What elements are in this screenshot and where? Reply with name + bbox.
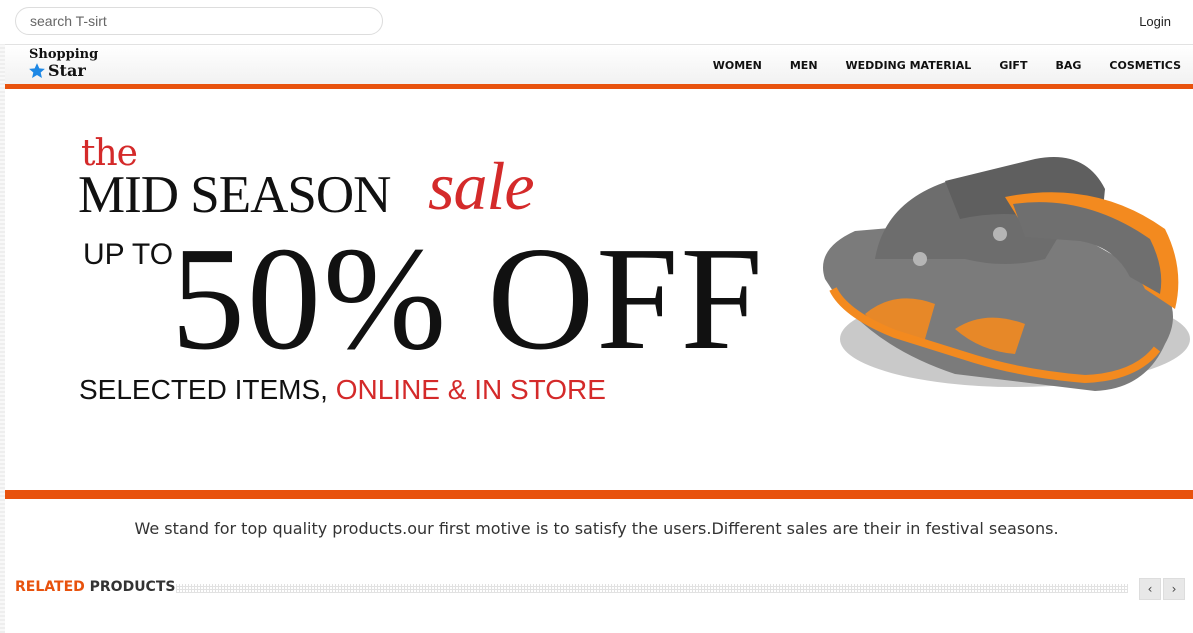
sale-banner[interactable]: the MID SEASON sale UP TO 50% OFF SELECT… bbox=[5, 89, 1193, 490]
logo-text-bottom: Star bbox=[48, 61, 86, 80]
related-products-heading: RELATED PRODUCTS bbox=[15, 579, 175, 595]
banner-sale: sale bbox=[428, 148, 535, 224]
banner-selected-text: SELECTED ITEMS, bbox=[79, 374, 328, 405]
search-input[interactable] bbox=[15, 7, 383, 35]
banner-discount: 50% OFF bbox=[171, 217, 765, 381]
banner-mid-season: MID SEASON bbox=[78, 166, 391, 224]
nav-item-wedding-material[interactable]: WEDDING MATERIAL bbox=[846, 59, 972, 72]
main-navbar: Shopping Star WOMEN MEN WEDDING MATERIAL… bbox=[5, 44, 1193, 85]
star-icon bbox=[29, 63, 45, 78]
nav-item-men[interactable]: MEN bbox=[790, 59, 818, 72]
banner-online-text: ONLINE & IN STORE bbox=[335, 374, 606, 405]
logo-text-top: Shopping bbox=[29, 47, 99, 62]
nav-item-gift[interactable]: GIFT bbox=[999, 59, 1027, 72]
chevron-right-icon: › bbox=[1171, 582, 1177, 596]
nav-item-cosmetics[interactable]: COSMETICS bbox=[1109, 59, 1181, 72]
related-highlight: RELATED bbox=[15, 579, 85, 595]
carousel-next-button[interactable]: › bbox=[1163, 578, 1185, 600]
nav-item-women[interactable]: WOMEN bbox=[713, 59, 762, 72]
tagline-text: We stand for top quality products.our fi… bbox=[134, 519, 1059, 538]
top-bar: Login bbox=[0, 0, 1193, 44]
heading-dotted-rule bbox=[176, 584, 1128, 593]
nav-item-bag[interactable]: BAG bbox=[1055, 59, 1081, 72]
banner-selected-items: SELECTED ITEMS, ONLINE & IN STORE bbox=[79, 374, 606, 406]
related-rest: PRODUCTS bbox=[89, 579, 176, 595]
divider-bottom bbox=[5, 490, 1193, 499]
site-logo[interactable]: Shopping Star bbox=[27, 46, 99, 84]
login-link[interactable]: Login bbox=[1139, 14, 1171, 29]
banner-up-to: UP TO bbox=[83, 238, 174, 271]
chevron-left-icon: ‹ bbox=[1147, 582, 1153, 596]
category-nav: WOMEN MEN WEDDING MATERIAL GIFT BAG COSM… bbox=[685, 45, 1193, 85]
carousel-prev-button[interactable]: ‹ bbox=[1139, 578, 1161, 600]
sandal-image bbox=[823, 157, 1190, 391]
